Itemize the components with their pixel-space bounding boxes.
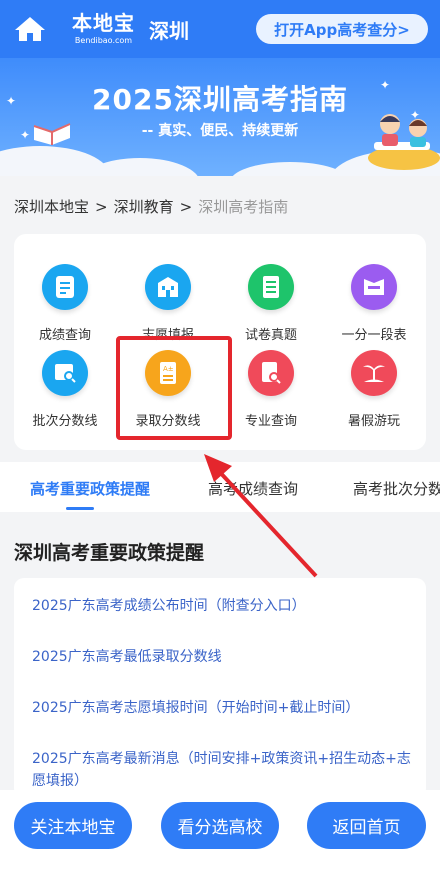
list-item[interactable]: 2025广东高考成绩公布时间（附查分入口） xyxy=(32,595,414,617)
grid-item-score-table[interactable]: 一分一段表 xyxy=(324,264,424,343)
follow-button[interactable]: 关注本地宝 xyxy=(14,802,132,849)
tab-score-query[interactable]: 高考成绩查询 xyxy=(208,478,298,499)
tab-policy-reminders[interactable]: 高考重要政策提醒 xyxy=(30,478,150,499)
logo-text: 本地宝 xyxy=(72,11,135,35)
breadcrumb-item-education[interactable]: 深圳教育 xyxy=(114,196,174,217)
breadcrumb-item-current: 深圳高考指南 xyxy=(198,198,289,216)
score-table-icon xyxy=(351,264,397,310)
policy-list: 2025广东高考成绩公布时间（附查分入口） 2025广东高考最低录取分数线 20… xyxy=(14,578,426,798)
tab-batch-scores[interactable]: 高考批次分数 xyxy=(353,478,440,499)
bendibao-logo[interactable]: 本地宝 Bendibao.com xyxy=(72,0,135,58)
grid-item-exam-papers[interactable]: 试卷真题 xyxy=(221,264,321,343)
grid-item-volunteer-filling[interactable]: 志愿填报 xyxy=(118,264,218,343)
banner-subtitle: -- 真实、便民、持续更新 xyxy=(141,123,299,139)
grid-label: 专业查询 xyxy=(244,414,297,429)
building-icon xyxy=(145,264,191,310)
city-name[interactable]: 深圳 xyxy=(149,15,189,44)
grid-label: 成绩查询 xyxy=(38,328,91,343)
bottom-bar: 关注本地宝 看分选高校 返回首页 xyxy=(0,790,440,873)
list-item[interactable]: 2025广东高考最低录取分数线 xyxy=(32,646,414,668)
breadcrumb-separator: > xyxy=(179,197,193,216)
logo-subtext: Bendibao.com xyxy=(74,36,133,45)
grid-item-batch-scores[interactable]: 批次分数线 xyxy=(15,350,115,429)
active-tab-indicator xyxy=(66,507,94,510)
section-title: 深圳高考重要政策提醒 xyxy=(14,542,205,564)
home-button[interactable] xyxy=(0,0,60,58)
breadcrumb-item-home[interactable]: 深圳本地宝 xyxy=(14,196,89,217)
exam-paper-icon xyxy=(248,264,294,310)
open-app-button[interactable]: 打开App高考查分> xyxy=(256,14,428,44)
palm-tree-icon xyxy=(351,350,397,396)
page: 本地宝 Bendibao.com 深圳 打开App高考查分> ✦ ✦ ✦ ✦ 2… xyxy=(0,0,440,873)
tab-bar: 高考重要政策提醒 高考成绩查询 高考批次分数 xyxy=(0,462,440,512)
grid-item-summer-travel[interactable]: 暑假游玩 xyxy=(324,350,424,429)
breadcrumb-separator: > xyxy=(95,197,108,216)
grid-label: 暑假游玩 xyxy=(347,414,400,429)
grid-label: 一分一段表 xyxy=(341,328,407,343)
grid-label: 试卷真题 xyxy=(244,328,297,343)
list-item[interactable]: 2025广东高考志愿填报时间（开始时间+截止时间） xyxy=(32,697,414,719)
breadcrumb: 深圳本地宝 > 深圳教育 > 深圳高考指南 xyxy=(14,196,288,217)
banner-title: 2025深圳高考指南 xyxy=(92,83,348,116)
grid-label: 批次分数线 xyxy=(32,414,98,429)
list-item[interactable]: 2025广东高考最新消息（时间安排+政策资讯+招生动态+志愿填报） xyxy=(32,748,414,792)
guide-banner: ✦ ✦ ✦ ✦ 2025深圳高考指南 -- 真实、便民、持续更新 xyxy=(0,58,440,176)
back-home-button[interactable]: 返回首页 xyxy=(307,802,426,849)
highlight-box xyxy=(116,336,232,440)
batch-search-icon xyxy=(42,350,88,396)
grid-item-major-query[interactable]: 专业查询 xyxy=(221,350,321,429)
document-icon xyxy=(42,264,88,310)
home-icon xyxy=(15,17,45,41)
grid-item-score-query[interactable]: 成绩查询 xyxy=(15,264,115,343)
major-search-icon xyxy=(248,350,294,396)
pick-school-button[interactable]: 看分选高校 xyxy=(161,802,279,849)
top-bar: 本地宝 Bendibao.com 深圳 打开App高考查分> xyxy=(0,0,440,58)
